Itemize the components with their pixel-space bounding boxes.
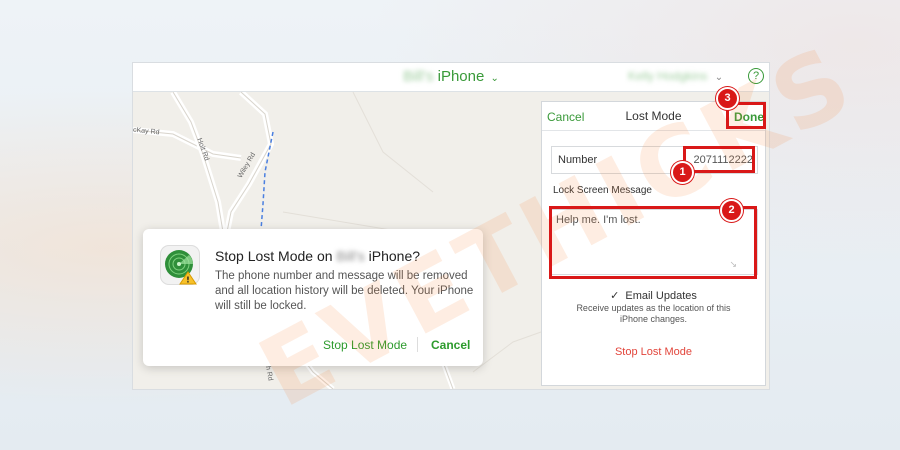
dialog-title-owner: Bill's <box>336 248 365 264</box>
panel-stop-lost-mode-button[interactable]: Stop Lost Mode <box>542 346 765 358</box>
device-name: iPhone <box>437 68 485 85</box>
panel-cancel-button[interactable]: Cancel <box>547 110 584 124</box>
dialog-title-suffix: iPhone? <box>368 248 421 264</box>
highlight-number-box <box>683 146 755 173</box>
dialog-title: Stop Lost Mode on Bill's iPhone? <box>215 248 420 264</box>
step-badge-2: 2 <box>720 199 743 222</box>
dialog-cancel-button[interactable]: Cancel <box>431 338 470 352</box>
step-badge-1: 1 <box>671 161 694 184</box>
svg-text:!: ! <box>186 276 190 285</box>
email-updates-description: Receive updates as the location of this … <box>576 303 731 324</box>
dialog-body: The phone number and message will be rem… <box>215 270 474 312</box>
dialog-title-prefix: Stop Lost Mode on <box>215 248 333 264</box>
stop-lost-mode-button[interactable]: Stop Lost Mode <box>323 338 407 352</box>
top-bar: Bill's iPhone ⌄ Kelly Hodgkins ⌄ ? <box>133 63 769 92</box>
email-updates-row[interactable]: ✓ Email Updates <box>542 289 765 302</box>
lock-screen-message-label: Lock Screen Message <box>553 185 652 196</box>
chevron-down-icon: ⌄ <box>714 72 724 83</box>
step-badge-3: 3 <box>716 87 739 110</box>
button-divider <box>417 337 418 352</box>
device-owner-name: Bill's <box>403 68 434 85</box>
help-icon[interactable]: ? <box>748 68 764 84</box>
checkmark-icon[interactable]: ✓ <box>610 290 619 302</box>
account-menu[interactable]: Kelly Hodgkins ⌄ <box>628 69 723 83</box>
find-my-iphone-app-icon: ! <box>160 245 200 285</box>
stop-lost-mode-dialog: ! Stop Lost Mode on Bill's iPhone? The p… <box>143 229 483 366</box>
chevron-down-icon: ⌄ <box>490 73 499 84</box>
number-label: Number <box>558 154 598 166</box>
account-name: Kelly Hodgkins <box>628 69 708 83</box>
email-updates-label: Email Updates <box>625 290 697 302</box>
